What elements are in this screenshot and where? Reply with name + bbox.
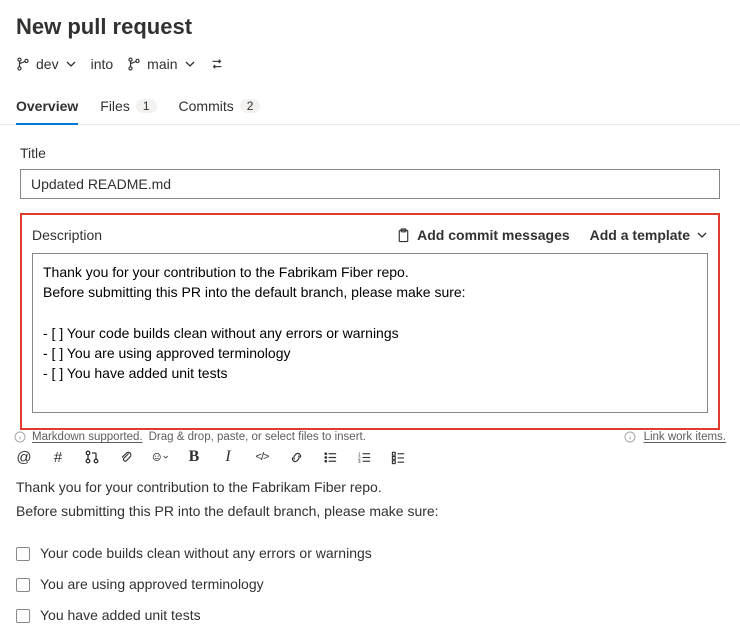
checklist-item: You are using approved terminology [16, 569, 724, 600]
branch-selector-row: dev into main [16, 56, 724, 72]
add-template-button[interactable]: Add a template [590, 227, 708, 243]
attach-icon[interactable] [118, 449, 134, 465]
description-textarea[interactable] [32, 253, 708, 413]
bullet-list-icon[interactable] [322, 449, 338, 465]
pr-icon[interactable] [84, 449, 100, 465]
target-branch-picker[interactable]: main [127, 56, 195, 72]
tab-commits[interactable]: Commits 2 [179, 90, 261, 124]
source-branch-name: dev [36, 56, 59, 72]
into-label: into [91, 56, 114, 72]
tab-files[interactable]: Files 1 [100, 90, 156, 124]
files-count-badge: 1 [136, 99, 157, 113]
source-branch-picker[interactable]: dev [16, 56, 77, 72]
title-input[interactable] [20, 169, 720, 199]
description-panel: Description Add commit messages Add a te… [20, 213, 720, 430]
page-title: New pull request [16, 14, 724, 40]
link-icon[interactable] [288, 449, 304, 465]
markdown-supported-link[interactable]: Markdown supported. [32, 431, 143, 443]
branch-icon [127, 57, 141, 71]
chevron-down-icon [184, 58, 196, 70]
checkbox[interactable] [16, 609, 30, 623]
description-label: Description [32, 227, 102, 243]
italic-icon[interactable]: I [220, 449, 236, 465]
clipboard-icon [396, 228, 411, 243]
drag-drop-hint: Drag & drop, paste, or select files to i… [149, 431, 366, 443]
tabs: Overview Files 1 Commits 2 [0, 90, 740, 125]
target-branch-name: main [147, 56, 177, 72]
chevron-down-icon [696, 229, 708, 241]
code-icon[interactable]: </> [254, 449, 270, 465]
chevron-down-icon [65, 58, 77, 70]
checklist-icon[interactable] [390, 449, 406, 465]
preview-line: Thank you for your contribution to the F… [16, 477, 724, 498]
markdown-toolbar: @ # B I </> 1 2 3 [0, 443, 740, 475]
checkbox[interactable] [16, 578, 30, 592]
preview-line: Before submitting this PR into the defau… [16, 501, 724, 522]
tab-overview[interactable]: Overview [16, 90, 78, 124]
commits-count-badge: 2 [240, 99, 261, 113]
branch-icon [16, 57, 30, 71]
emoji-icon[interactable] [152, 449, 168, 465]
info-icon [14, 431, 26, 443]
svg-text:3: 3 [357, 459, 360, 464]
hash-icon[interactable]: # [50, 449, 66, 465]
checklist-item: You have added unit tests [16, 600, 724, 631]
swap-branches-icon[interactable] [210, 57, 224, 71]
link-work-items-link[interactable]: Link work items. [644, 431, 726, 443]
checkbox[interactable] [16, 547, 30, 561]
description-preview: Thank you for your contribution to the F… [0, 475, 740, 631]
title-label: Title [20, 145, 720, 161]
checklist-item: Your code builds clean without any error… [16, 538, 724, 569]
info-icon [624, 431, 636, 443]
bold-icon[interactable]: B [186, 449, 202, 465]
mention-icon[interactable]: @ [16, 449, 32, 465]
numbered-list-icon[interactable]: 1 2 3 [356, 449, 372, 465]
add-commit-messages-button[interactable]: Add commit messages [396, 227, 570, 243]
